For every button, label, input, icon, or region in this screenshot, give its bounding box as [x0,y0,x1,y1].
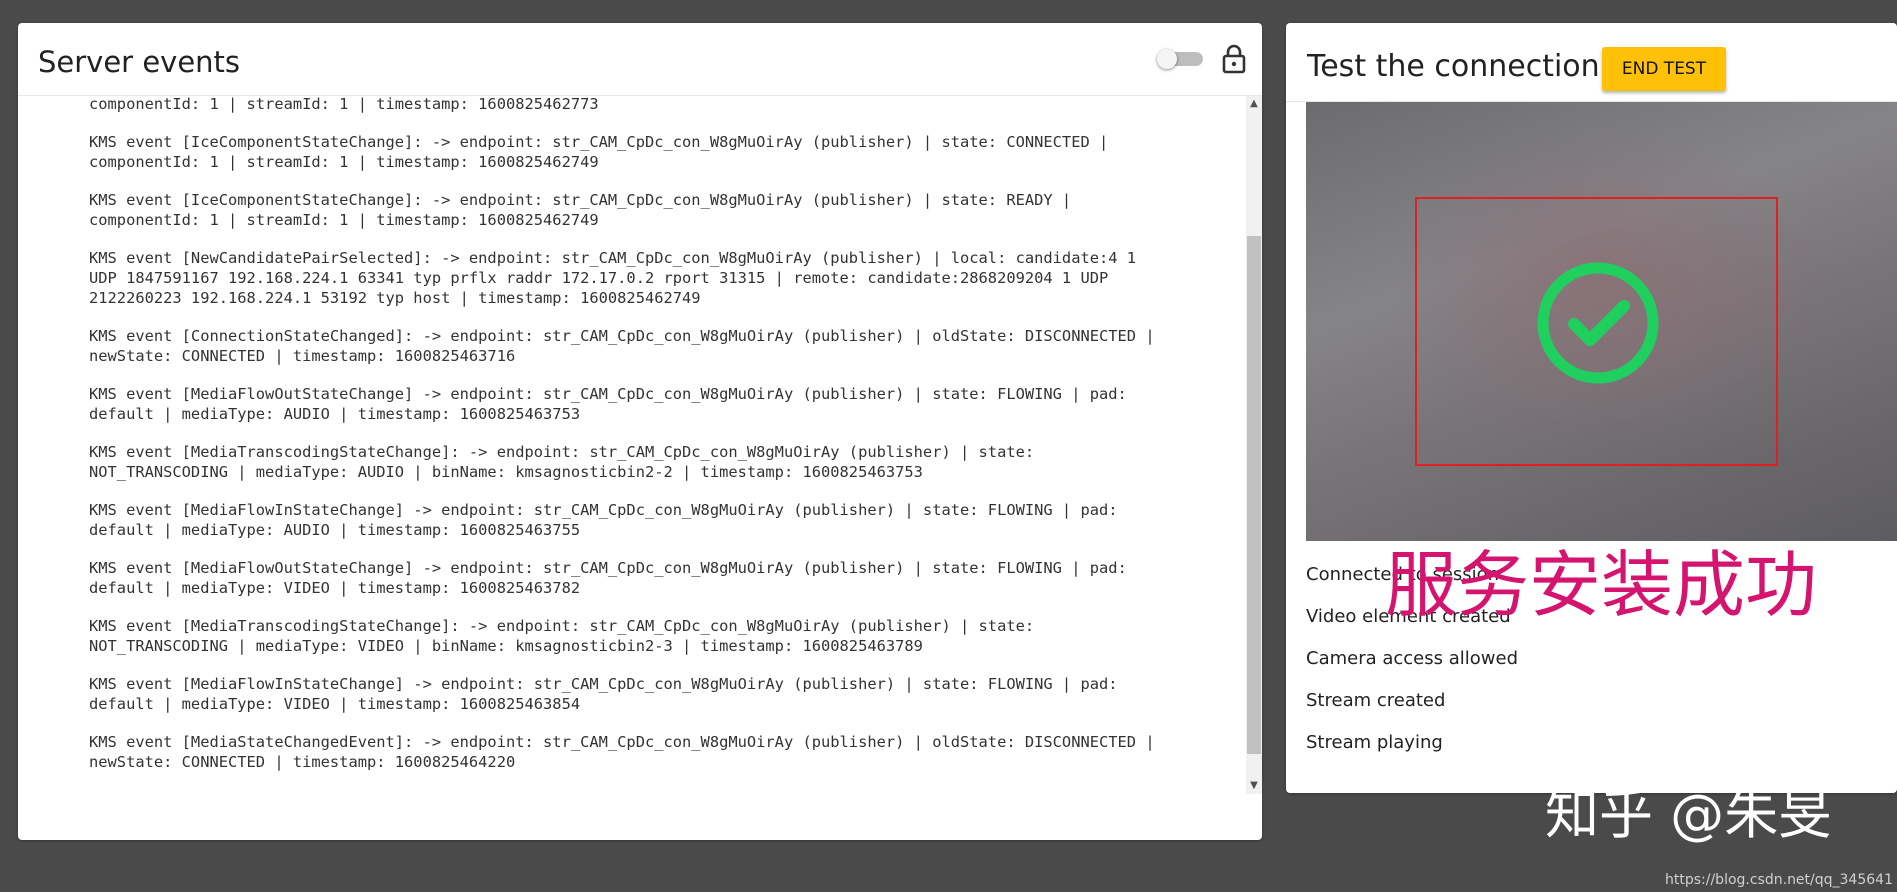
log-entry: KMS event [IceComponentStateChange]: -> … [89,191,1072,229]
log-entry: KMS event [MediaTranscodingStateChange]:… [89,443,1035,481]
camera-video [1306,102,1897,541]
log-entry: KMS event [MediaTranscodingStateChange]:… [89,617,1035,655]
log-entry: KMS event [MediaFlowOutStateChange] -> e… [89,385,1127,423]
test-connection-title: Test the connection [1307,49,1600,84]
log-entry: KMS event [MediaStateChangedEvent]: -> e… [89,733,1155,771]
log-entry: KMS event [MediaFlowInStateChange] -> en… [89,675,1118,713]
status-item: Stream playing [1306,732,1443,753]
scroll-down-arrow-icon[interactable]: ▼ [1246,778,1262,794]
zhihu-watermark: 知乎 @朱旻 [1545,783,1833,846]
log-entry: KMS event [ConnectionStateChanged]: -> e… [89,327,1155,365]
scrollbar-thumb[interactable] [1247,236,1261,754]
success-overlay-text: 服务安装成功 [1385,543,1818,627]
log-entry: KMS event [MediaFlowInStateChange] -> en… [89,501,1118,539]
server-events-title: Server events [38,45,241,79]
test-connection-panel: Test the connection END TEST Connected t… [1286,23,1897,793]
log-entry: componentId: 1 | streamId: 1 | timestamp… [89,96,599,113]
status-item: Stream created [1306,690,1446,711]
events-toggle-switch[interactable] [1157,49,1205,69]
csdn-watermark: https://blog.csdn.net/qq_345641 [1665,872,1893,888]
check-circle-icon [1536,261,1660,385]
end-test-button[interactable]: END TEST [1602,47,1726,91]
log-entry: KMS event [IceComponentStateChange]: -> … [89,133,1109,171]
log-entry: KMS event [NewCandidatePairSelected]: ->… [89,249,1137,307]
event-log-scrollbar[interactable]: ▲ ▼ [1246,96,1262,794]
event-log-list: componentId: 1 | streamId: 1 | timestamp… [89,96,1239,790]
server-events-panel: Server events componentId: 1 | streamId:… [18,23,1262,840]
lock-icon[interactable] [1221,43,1247,75]
toggle-thumb[interactable] [1157,49,1177,69]
scroll-up-arrow-icon[interactable]: ▲ [1246,96,1262,112]
status-item: Camera access allowed [1306,648,1519,669]
event-log[interactable]: componentId: 1 | streamId: 1 | timestamp… [18,96,1246,810]
server-events-header: Server events [18,23,1262,96]
log-entry: KMS event [MediaFlowOutStateChange] -> e… [89,559,1127,597]
test-connection-header: Test the connection END TEST [1286,23,1897,102]
